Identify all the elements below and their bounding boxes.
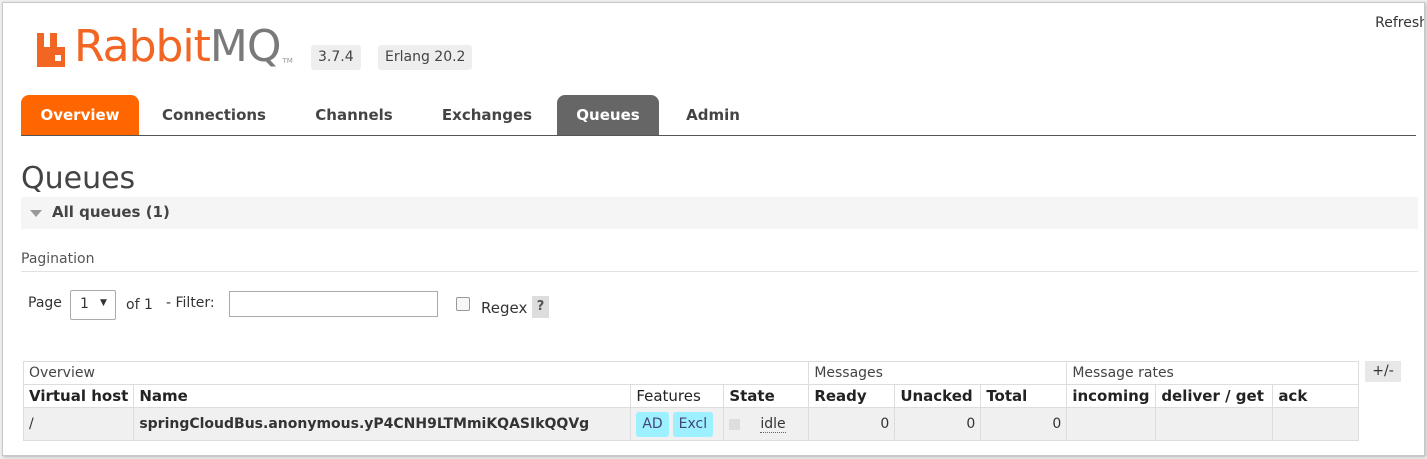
table-column-header: Virtual host Name Features State Ready U…	[22, 384, 1360, 408]
dropdown-arrow-icon: ▼	[100, 298, 107, 308]
cell-total: 0	[980, 407, 1068, 441]
cell-unacked: 0	[894, 407, 982, 441]
erlang-badge: Erlang 20.2	[378, 45, 473, 70]
cell-incoming	[1066, 407, 1157, 441]
pagination-divider	[21, 271, 1418, 272]
queue-name-link[interactable]: springCloudBus.anonymous.yP4CNH9LTMmiKQA…	[133, 407, 632, 441]
col-deliver-get[interactable]: deliver / get	[1155, 384, 1274, 408]
cell-virtual-host: /	[22, 407, 135, 441]
state-value: idle	[760, 416, 786, 433]
regex-checkbox[interactable]	[456, 297, 470, 311]
col-incoming[interactable]: incoming	[1066, 384, 1157, 408]
filter-input[interactable]	[229, 291, 438, 317]
tab-connections[interactable]: Connections	[149, 95, 279, 135]
col-state[interactable]: State	[723, 384, 810, 408]
cell-ready: 0	[808, 407, 896, 441]
table-group-header: Overview Messages Message rates	[22, 361, 1360, 385]
rabbit-logo-icon	[37, 33, 65, 67]
group-messages: Messages	[808, 361, 1068, 385]
rabbitmq-logo[interactable]: Rabbit MQ TM	[35, 19, 293, 69]
tab-queues[interactable]: Queues	[557, 95, 659, 135]
logo-text-rabbit: Rabbit	[74, 21, 211, 72]
feature-badge-ad: AD	[636, 411, 669, 437]
page-title: Queues	[21, 161, 136, 196]
col-unacked[interactable]: Unacked	[894, 384, 982, 408]
collapse-triangle-icon	[30, 210, 42, 217]
col-virtual-host[interactable]: Virtual host	[22, 384, 135, 408]
group-overview: Overview	[22, 361, 810, 385]
page-label: Page	[28, 295, 62, 311]
regex-help-button[interactable]: ?	[532, 296, 549, 318]
feature-badge-excl: Excl	[672, 411, 714, 437]
version-badge: 3.7.4	[311, 45, 361, 70]
tab-admin[interactable]: Admin	[673, 95, 753, 135]
state-indicator-icon	[729, 418, 741, 430]
column-toggle-button[interactable]: +/-	[1365, 361, 1401, 382]
browser-page: Refresh Rabbit MQ TM 3.7.4 Erlang 20.2 Ove…	[2, 2, 1425, 456]
table-row[interactable]: / springCloudBus.anonymous.yP4CNH9LTMmiK…	[22, 407, 1360, 441]
col-ack[interactable]: ack	[1272, 384, 1360, 408]
all-queues-section-toggle[interactable]: All queues (1)	[21, 197, 1418, 229]
page-select[interactable]: 1 ▼	[70, 290, 116, 320]
section-title: All queues (1)	[52, 203, 170, 221]
logo-text-mq: MQ	[209, 21, 282, 72]
pagination-heading: Pagination	[21, 251, 95, 267]
queues-table: Overview Messages Message rates Virtual …	[22, 361, 1360, 441]
filter-label: - Filter:	[166, 295, 215, 311]
tab-exchanges[interactable]: Exchanges	[425, 95, 549, 135]
tab-overview[interactable]: Overview	[21, 95, 139, 135]
logo-trademark: TM	[282, 57, 293, 65]
main-nav: Overview Connections Channels Exchanges …	[21, 95, 1416, 136]
cell-deliver-get	[1155, 407, 1274, 441]
page-select-value: 1	[80, 296, 89, 312]
cell-ack	[1272, 407, 1360, 441]
col-ready[interactable]: Ready	[808, 384, 896, 408]
page-count-label: of 1	[126, 297, 153, 313]
group-message-rates: Message rates	[1066, 361, 1360, 385]
col-features: Features	[630, 384, 725, 408]
regex-label: Regex	[481, 299, 528, 317]
tab-channels[interactable]: Channels	[299, 95, 409, 135]
col-name[interactable]: Name	[133, 384, 632, 408]
col-total[interactable]: Total	[980, 384, 1068, 408]
cell-state: idle	[723, 407, 810, 441]
cell-features: AD Excl	[630, 407, 725, 441]
refresh-link[interactable]: Refresh	[1375, 15, 1424, 31]
